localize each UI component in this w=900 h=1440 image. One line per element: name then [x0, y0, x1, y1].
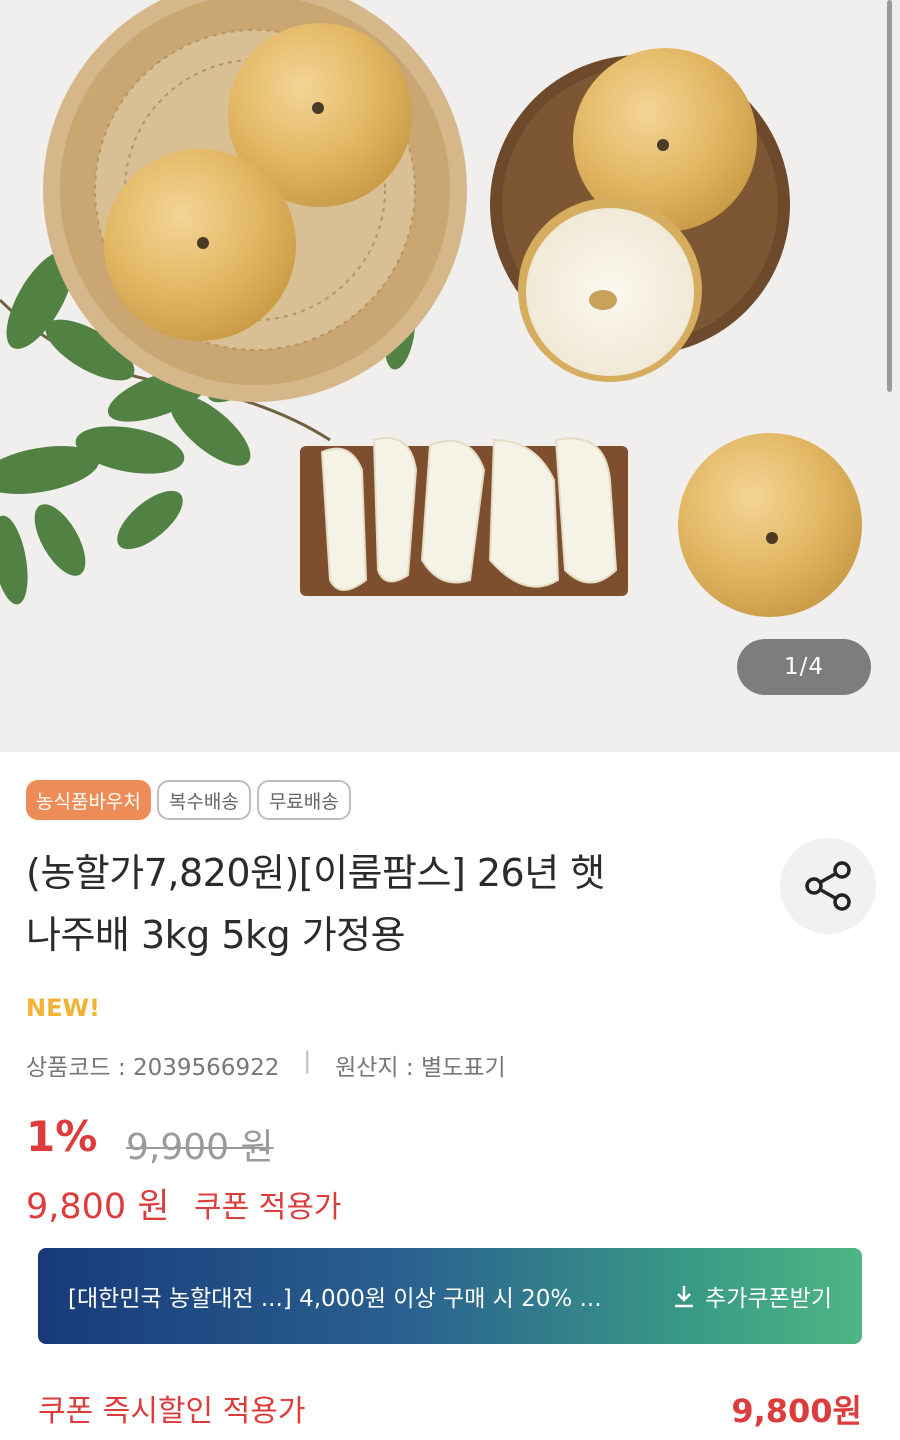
scrollbar[interactable]	[887, 0, 892, 392]
get-coupon-label: 추가쿠폰받기	[705, 1286, 832, 1312]
discount-rate: 1%	[26, 1112, 98, 1161]
coupon-banner[interactable]: [대한민국 농할대전 ...] 4,000원 이상 구매 시 20% ... 추…	[38, 1248, 862, 1344]
coupon-text: [대한민국 농할대전 ...] 4,000원 이상 구매 시 20% ...	[68, 1286, 602, 1312]
badge-voucher: 농식품바우처	[26, 780, 151, 820]
instant-discount-price: 9,800원	[731, 1392, 862, 1430]
instant-discount-label: 쿠폰 즉시할인 적용가	[38, 1394, 306, 1429]
badge-free-shipping: 무료배송	[256, 780, 351, 820]
product-code: 상품코드 : 2039566922	[26, 1055, 280, 1081]
meta-separator: |	[303, 1048, 312, 1074]
sale-price-label: 쿠폰 적용가	[194, 1190, 342, 1225]
original-price: 9,900 원	[126, 1127, 274, 1168]
download-icon	[675, 1286, 694, 1308]
product-title-line1: (농할가7,820원)[이룸팜스] 26년 햇	[26, 851, 605, 895]
get-coupon-button[interactable]: 추가쿠폰받기	[671, 1279, 832, 1313]
product-meta: 상품코드 : 2039566922 | 원산지 : 별도표기	[26, 1048, 506, 1082]
badge-row: 농식품바우처 복수배송 무료배송	[26, 780, 351, 820]
product-title: (농할가7,820원)[이룸팜스] 26년 햇 나주배 3kg 5kg 가정용	[26, 842, 746, 966]
new-tag: NEW!	[26, 994, 100, 1022]
sale-price: 9,800 원	[26, 1187, 170, 1227]
share-icon	[805, 861, 851, 911]
badge-multi-delivery: 복수배송	[156, 780, 251, 820]
share-button[interactable]	[780, 838, 876, 934]
image-counter: 1/4	[737, 639, 871, 695]
product-image[interactable]: 1/4	[0, 0, 900, 752]
product-origin: 원산지 : 별도표기	[335, 1055, 506, 1081]
product-title-line2: 나주배 3kg 5kg 가정용	[26, 913, 406, 957]
